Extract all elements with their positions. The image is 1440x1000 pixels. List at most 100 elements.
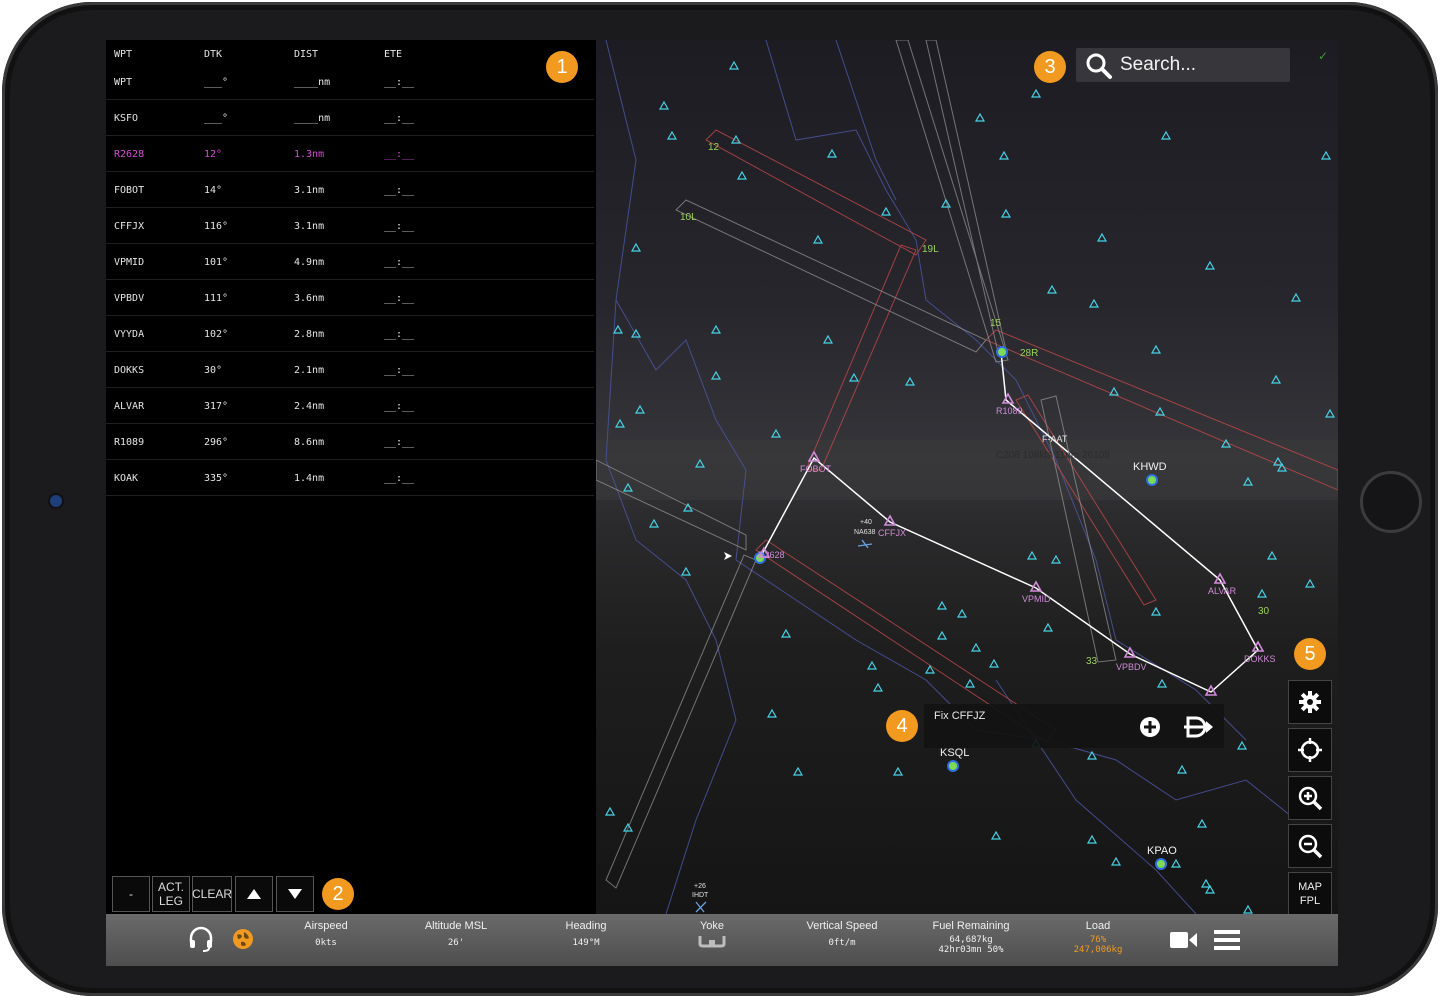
fuel-endurance: 42hr03mn 50%	[938, 945, 1004, 955]
flight-plan-header: WPT DTK DIST ETE	[114, 49, 594, 63]
direct-to-icon[interactable]	[1184, 716, 1214, 738]
header-dist: DIST	[294, 49, 319, 60]
fuel-label: Fuel Remaining	[932, 920, 1010, 932]
fuel-readout: Fuel Remaining 64,687kg 42hr03mn 50%	[916, 920, 1026, 955]
activate-leg-line2: LEG	[158, 894, 183, 908]
traffic-callsign-2: NA638	[854, 529, 876, 536]
rwy-label-15: 15	[990, 318, 1002, 329]
rwy-label-28r: 28R	[1020, 348, 1038, 359]
clear-button[interactable]: CLEAR	[192, 876, 232, 912]
table-row[interactable]: WPT ___° ____nm __:__	[106, 64, 594, 100]
map-fpl-line2: FPL	[1299, 895, 1321, 907]
airspeed-label: Airspeed	[304, 920, 348, 932]
table-row[interactable]: VPMID 101° 4.9nm __:__	[106, 244, 594, 280]
traffic-callsign-3: IHDT	[692, 892, 709, 899]
airport-label-khwd: KHWD	[1133, 461, 1167, 473]
hamburger-menu-icon[interactable]	[1214, 929, 1240, 951]
table-row[interactable]: FOBOT 14° 3.1nm __:__	[106, 172, 594, 208]
video-camera-icon[interactable]	[1170, 930, 1198, 950]
table-row[interactable]: R1089 296° 8.6nm __:__	[106, 424, 594, 460]
home-button[interactable]	[1360, 471, 1422, 533]
rwy-label-10l: 10L	[680, 212, 697, 223]
callout-badge-3: 3	[1034, 51, 1066, 83]
wpt-label-r1089: R1089	[996, 406, 1023, 416]
traffic-alt-2: +40	[860, 519, 872, 526]
yoke-label: Yoke	[699, 920, 725, 932]
header-ete: ETE	[384, 49, 403, 60]
load-readout: Load 76% 247,006kg	[1058, 920, 1138, 955]
traffic-alt-3: +26	[694, 883, 706, 890]
load-weight: 247,006kg	[1073, 945, 1123, 955]
wpt-label-fobot: FOBOT	[800, 464, 832, 474]
header-dtk: DTK	[204, 49, 223, 60]
wpt-label-dokks: DOKKS	[1244, 654, 1276, 664]
airport-label-kpao: KPAO	[1147, 845, 1177, 857]
search-icon	[1086, 53, 1112, 79]
heading-readout: Heading 149°M	[546, 920, 626, 948]
wpt-label-vpbdv: VPBDV	[1116, 662, 1147, 672]
table-row[interactable]: CFFJX 116° 3.1nm __:__	[106, 208, 594, 244]
globe-icon[interactable]	[232, 928, 254, 950]
zoom-out-icon	[1298, 834, 1323, 859]
front-camera	[50, 495, 62, 507]
altitude-value: 26'	[447, 938, 465, 948]
yoke-toggle[interactable]: Yoke	[682, 920, 742, 952]
search-placeholder: Search...	[1120, 54, 1197, 75]
airport-label-ksql: KSQL	[940, 747, 969, 759]
fix-info-popup: Fix CFFJZ	[924, 704, 1224, 748]
status-check-icon: ✓	[1318, 49, 1328, 63]
callout-badge-2: 2	[322, 878, 354, 910]
map-canvas: 12 10L 19L 15 28R 30 33 FOBOT CFFJX VPMI…	[596, 40, 1338, 914]
traffic-callsign-1: F-AAT	[1042, 434, 1068, 444]
table-row[interactable]: DOKKS 30° 2.1nm __:__	[106, 352, 594, 388]
callout-badge-5: 5	[1294, 638, 1326, 670]
table-row[interactable]: KOAK 335° 1.4nm __:__	[106, 460, 594, 496]
wpt-label-cffjx: CFFJX	[878, 528, 906, 538]
yoke-icon	[698, 936, 726, 948]
zoom-in-icon	[1298, 786, 1323, 811]
rwy-label-12: 12	[708, 142, 720, 153]
search-box[interactable]: Search...	[1076, 48, 1290, 82]
wpt-label-alvar: ALVAR	[1208, 586, 1237, 596]
table-row-active[interactable]: R2628 12° 1.3nm __:__	[106, 136, 594, 172]
map-fpl-toggle-button[interactable]: MAP FPL	[1288, 872, 1332, 916]
altitude-readout: Altitude MSL 26'	[406, 920, 506, 948]
altitude-label: Altitude MSL	[424, 920, 488, 932]
settings-button[interactable]	[1288, 680, 1332, 724]
vertical-speed-readout: Vertical Speed 0ft/m	[792, 920, 892, 948]
table-row[interactable]: VPBDV 111° 3.6nm __:__	[106, 280, 594, 316]
flight-plan-panel: WPT DTK DIST ETE WPT ___° ____nm __:__ KSFO…	[106, 40, 596, 914]
zoom-in-button[interactable]	[1288, 776, 1332, 820]
vertical-speed-value: 0ft/m	[828, 938, 856, 948]
table-row[interactable]: KSFO ___° ____nm __:__	[106, 100, 594, 136]
map-fpl-line1: MAP	[1298, 881, 1322, 893]
triangle-down-icon	[288, 889, 302, 899]
fix-info-label: Fix CFFJZ	[934, 710, 986, 722]
center-map-button[interactable]	[1288, 728, 1332, 772]
headset-icon[interactable]	[188, 926, 214, 952]
plus-circle-icon[interactable]	[1139, 716, 1161, 738]
gear-icon	[1299, 691, 1321, 713]
delete-button[interactable]: -	[112, 876, 150, 912]
airspeed-value: 0kts	[315, 938, 337, 948]
triangle-up-icon	[247, 889, 261, 899]
move-up-button[interactable]	[235, 876, 273, 912]
header-wpt: WPT	[114, 49, 133, 60]
load-percent: 76%	[1089, 935, 1107, 945]
move-down-button[interactable]	[276, 876, 314, 912]
rwy-label-33: 33	[1086, 656, 1098, 667]
activate-leg-button[interactable]: ACT. LEG	[152, 876, 190, 912]
rwy-label-30: 30	[1258, 606, 1270, 617]
moving-map[interactable]: 12 10L 19L 15 28R 30 33 FOBOT CFFJX VPMI…	[596, 40, 1338, 914]
table-row[interactable]: ALVAR 317° 2.4nm __:__	[106, 388, 594, 424]
load-label: Load	[1085, 920, 1111, 932]
table-row[interactable]: VYYDA 102° 2.8nm __:__	[106, 316, 594, 352]
heading-label: Heading	[565, 920, 607, 932]
traffic-info-1: C208 108kts 11nm 2610ft	[996, 450, 1110, 461]
callout-badge-1: 1	[546, 51, 578, 83]
heading-value: 149°M	[572, 938, 600, 948]
rwy-label-19l: 19L	[922, 244, 939, 255]
wpt-label-vpmid: VPMID	[1022, 594, 1051, 604]
zoom-out-button[interactable]	[1288, 824, 1332, 868]
crosshair-icon	[1298, 738, 1322, 762]
